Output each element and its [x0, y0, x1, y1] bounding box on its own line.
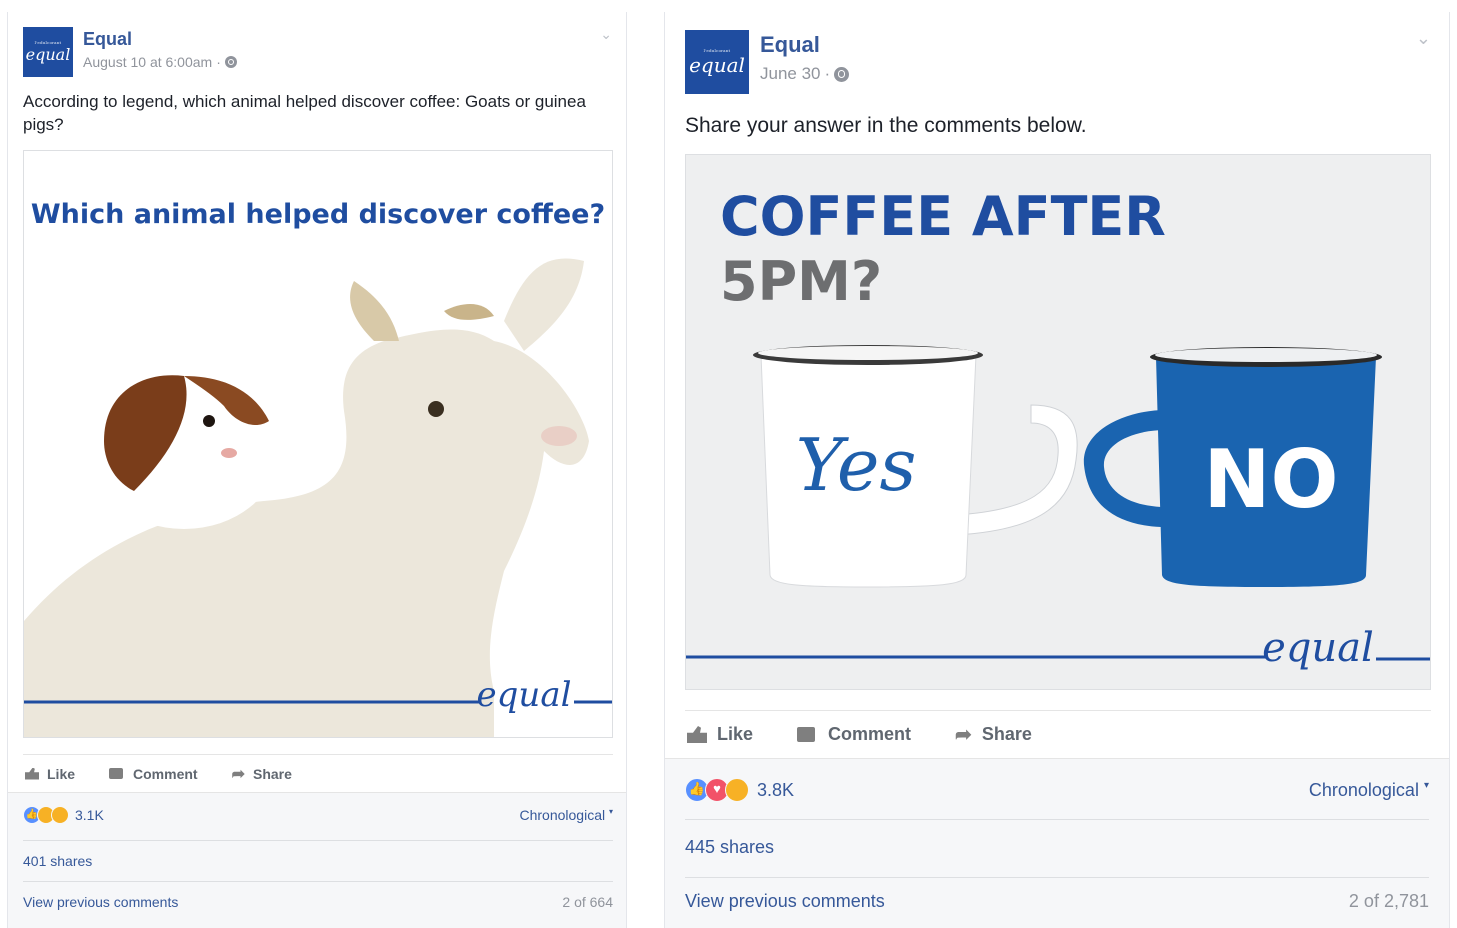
reactions-summary[interactable]: 👍 3.1K [23, 806, 104, 824]
page-name[interactable]: Equal [83, 29, 237, 50]
view-previous-comments[interactable]: View previous comments [23, 894, 178, 910]
sort-label: Chronological [1308, 779, 1419, 800]
like-button[interactable]: Like [25, 766, 75, 782]
post-card-2: l'edulcorant equal Equal June 30 · ⌄ Sha… [664, 12, 1450, 928]
image-headline-line1: COFFEE AFTER [720, 185, 1166, 248]
logo-tagline: l'edulcorant [703, 47, 731, 53]
post-caption: Share your answer in the comments below. [685, 114, 1087, 137]
image-headline-line2: 5PM? [720, 250, 882, 313]
image-headline: Which animal helped discover coffee? [31, 199, 605, 230]
thumbs-up-icon [25, 767, 39, 780]
sort-dropdown[interactable]: Chronological ▾ [519, 807, 613, 823]
globe-icon [224, 56, 237, 68]
share-arrow-icon: ➦ [955, 724, 972, 746]
mug-no-text: NO [1204, 433, 1339, 526]
chevron-down-icon[interactable]: ⌄ [1416, 28, 1431, 49]
haha-icon [725, 778, 749, 802]
share-button[interactable]: ➦ Share [232, 764, 292, 784]
image-brand: equal [1262, 625, 1374, 671]
page-avatar[interactable]: l'edulcorant equal [685, 30, 749, 94]
like-label: Like [47, 765, 76, 782]
post-timestamp[interactable]: August 10 at 6:00am [83, 54, 212, 70]
comments-section: 👍 ♥ 3.8K Chronological ▾ 445 shares View… [665, 758, 1449, 928]
post-image[interactable]: COFFEE AFTER 5PM? Yes NO equal [685, 154, 1431, 690]
page-avatar[interactable]: l'edulcorant equal [23, 27, 73, 77]
action-bar: Like Comment ➦ Share [23, 754, 613, 792]
page-name[interactable]: Equal [760, 32, 849, 58]
post-image[interactable]: Which animal helped discover coffee? equ… [23, 150, 613, 738]
reactions-summary[interactable]: 👍 ♥ 3.8K [685, 778, 794, 802]
comment-button[interactable]: Comment [109, 766, 198, 782]
post-header: l'edulcorant equal Equal August 10 at 6:… [23, 27, 237, 77]
sort-label: Chronological [519, 807, 606, 823]
comment-label: Comment [133, 765, 198, 782]
reactions-count: 3.1K [75, 807, 104, 823]
comment-icon [797, 727, 816, 742]
wow-icon [51, 806, 69, 824]
comment-count: 2 of 2,781 [1348, 891, 1429, 911]
logo-text: equal [25, 45, 71, 64]
comment-label: Comment [828, 724, 912, 744]
share-button[interactable]: ➦ Share [955, 722, 1032, 747]
like-button[interactable]: Like [687, 724, 753, 745]
globe-icon [834, 66, 850, 82]
share-label: Share [981, 724, 1032, 744]
comments-section: 👍 3.1K Chronological ▾ 401 shares View p… [8, 792, 626, 928]
shares-link[interactable]: 445 shares [685, 837, 774, 858]
post-card-1: l'edulcorant equal Equal August 10 at 6:… [7, 12, 627, 928]
sort-dropdown[interactable]: Chronological ▾ [1309, 780, 1429, 801]
comment-icon [109, 768, 124, 779]
post-timestamp[interactable]: June 30 [760, 64, 821, 84]
comment-count: 2 of 664 [562, 893, 613, 910]
caret-down-icon: ▾ [608, 807, 613, 816]
like-label: Like [717, 724, 754, 744]
chevron-down-icon[interactable]: ⌄ [600, 26, 612, 43]
post-header: l'edulcorant equal Equal June 30 · [685, 30, 850, 94]
reactions-count: 3.8K [757, 779, 795, 800]
post-caption: According to legend, which animal helped… [23, 92, 586, 134]
mug-yes-text: Yes [796, 423, 917, 507]
share-arrow-icon: ➦ [231, 765, 245, 783]
share-label: Share [252, 765, 292, 782]
comment-button[interactable]: Comment [797, 724, 911, 745]
logo-text: equal [689, 52, 745, 77]
shares-link[interactable]: 401 shares [23, 853, 92, 869]
action-bar: Like Comment ➦ Share [685, 710, 1431, 758]
view-previous-comments[interactable]: View previous comments [685, 891, 885, 912]
thumbs-up-icon [687, 726, 707, 743]
caret-down-icon: ▾ [1423, 779, 1429, 791]
logo-tagline: l'edulcorant [34, 40, 62, 45]
image-brand: equal [477, 675, 572, 715]
